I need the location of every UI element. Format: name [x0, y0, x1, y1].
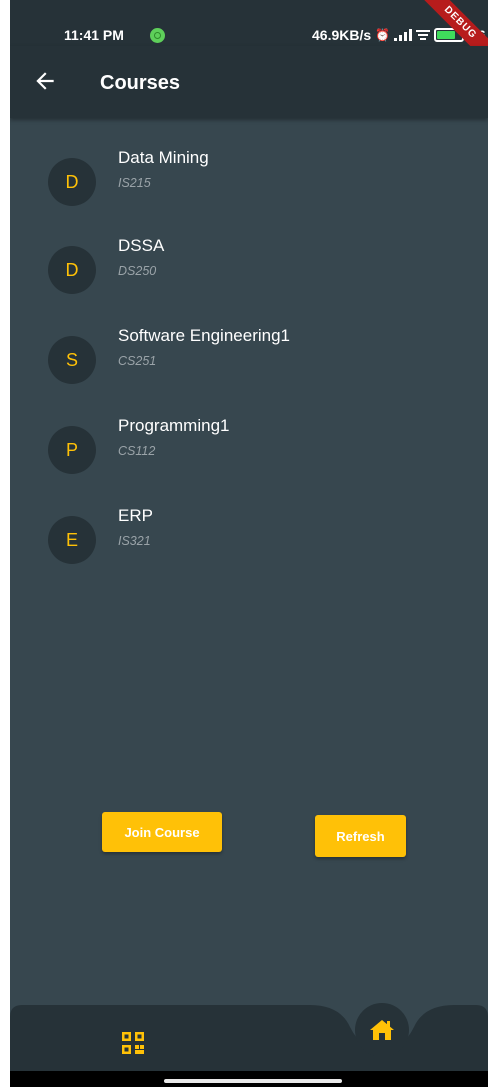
- course-code: DS250: [118, 264, 157, 278]
- back-arrow-icon[interactable]: [32, 68, 58, 94]
- course-code: IS215: [118, 176, 151, 190]
- course-item-data-mining[interactable]: D Data Mining IS215: [48, 148, 468, 218]
- home-button[interactable]: [355, 1003, 409, 1057]
- status-time: 11:41 PM: [64, 27, 124, 43]
- course-name: Programming1: [118, 416, 230, 435]
- course-item-software-engineering1[interactable]: S Software Engineering1 CS251: [48, 326, 468, 396]
- course-avatar: E: [48, 516, 96, 564]
- course-name: Software Engineering1: [118, 326, 291, 345]
- network-speed: 46.9KB/s: [312, 27, 372, 43]
- alarm-icon: ⏰: [375, 28, 391, 42]
- signal-icon: [394, 29, 413, 41]
- bottom-nav-bar: [10, 1005, 488, 1071]
- gesture-handle[interactable]: [164, 1079, 342, 1083]
- qr-code-icon[interactable]: [122, 1032, 144, 1054]
- course-item-programming1[interactable]: P Programming1 CS112: [48, 416, 468, 486]
- notification-dot-icon: [150, 28, 165, 43]
- app-bar: Courses: [10, 46, 488, 118]
- wifi-icon: [416, 30, 431, 40]
- course-code: CS251: [118, 354, 157, 368]
- page-title: Courses: [100, 72, 181, 94]
- course-avatar: P: [48, 426, 96, 474]
- course-name: DSSA: [118, 236, 165, 255]
- course-code: IS321: [118, 534, 151, 548]
- course-avatar: D: [48, 158, 96, 206]
- join-course-button[interactable]: Join Course: [102, 812, 222, 852]
- course-item-dssa[interactable]: D DSSA DS250: [48, 236, 468, 306]
- course-name: Data Mining: [118, 148, 209, 167]
- home-icon: [370, 1020, 394, 1040]
- course-avatar: S: [48, 336, 96, 384]
- app-screen: 11:41 PM 46.9KB/s ⏰ 76 DEBUG Cours: [10, 0, 488, 1087]
- course-code: CS112: [118, 444, 156, 458]
- course-name: ERP: [118, 506, 153, 525]
- course-avatar: D: [48, 246, 96, 294]
- refresh-button[interactable]: Refresh: [315, 815, 406, 857]
- status-bar: 11:41 PM 46.9KB/s ⏰ 76 DEBUG: [10, 0, 488, 72]
- course-item-erp[interactable]: E ERP IS321: [48, 506, 468, 576]
